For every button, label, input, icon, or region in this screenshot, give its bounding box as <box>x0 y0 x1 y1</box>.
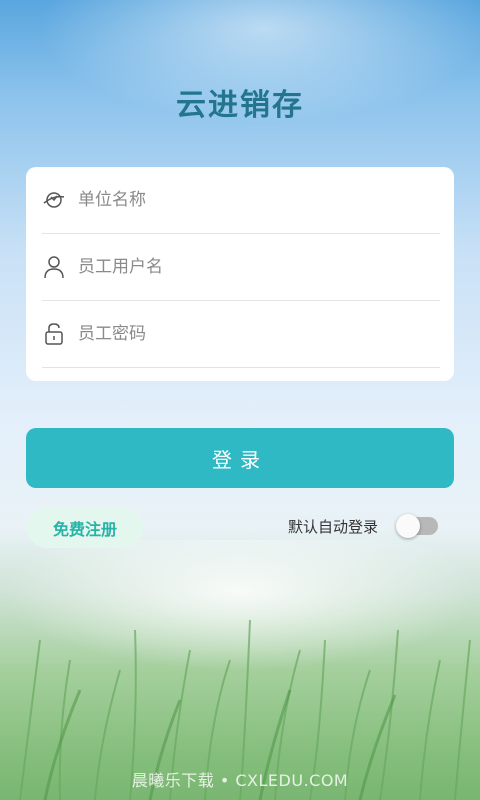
lock-icon <box>42 322 66 346</box>
toggle-knob <box>396 514 420 538</box>
username-row <box>42 234 440 301</box>
auto-login-label: 默认自动登录 <box>288 518 379 536</box>
login-button[interactable]: 登录 <box>26 428 454 488</box>
company-row <box>42 167 440 234</box>
company-input[interactable] <box>78 190 440 210</box>
register-button[interactable]: 免费注册 <box>27 508 143 548</box>
user-icon <box>42 255 66 279</box>
app-title: 云进销存 <box>176 88 304 123</box>
auto-login-toggle[interactable] <box>396 514 438 538</box>
password-row <box>42 301 440 368</box>
login-form-card <box>26 167 454 381</box>
password-input[interactable] <box>78 324 440 344</box>
username-input[interactable] <box>78 257 440 277</box>
watermark: 晨曦乐下载 • CXLEDU.COM <box>131 771 349 790</box>
company-icon <box>42 188 66 212</box>
